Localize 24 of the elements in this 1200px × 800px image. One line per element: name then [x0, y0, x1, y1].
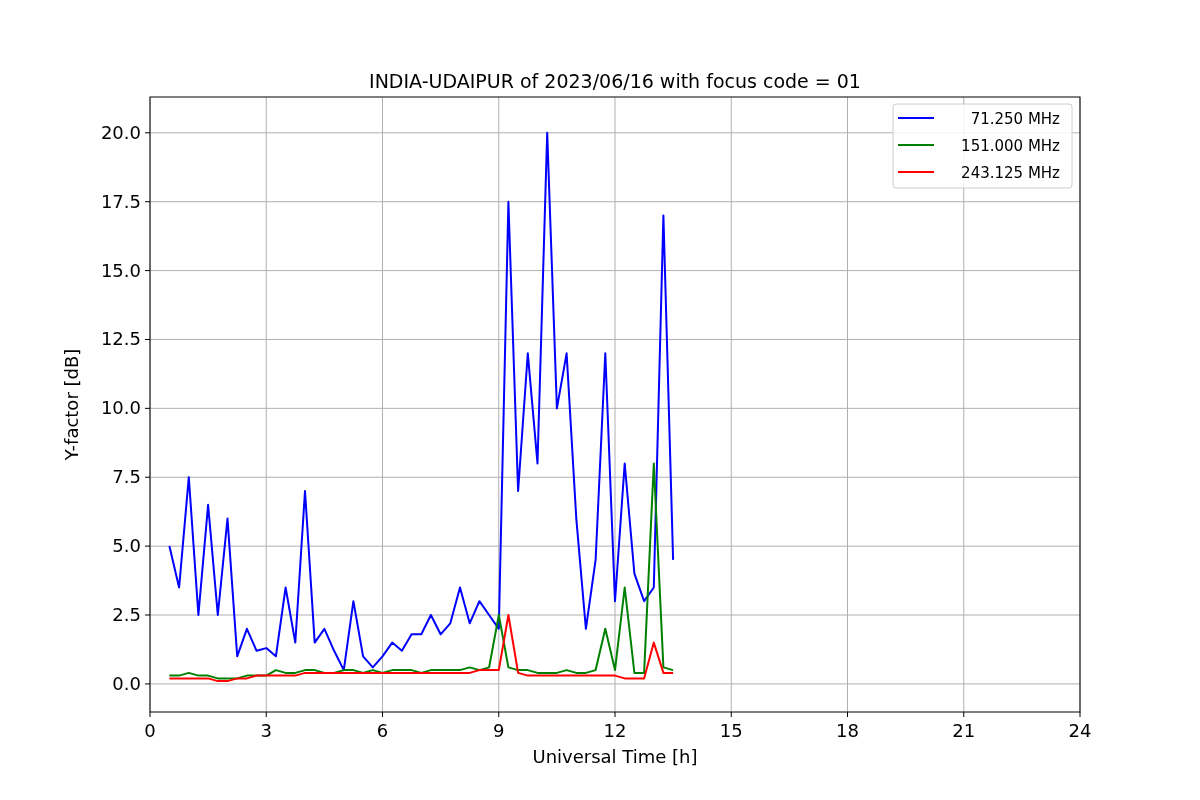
x-tick-label: 6 [376, 720, 389, 741]
chart-title: INDIA-UDAIPUR of 2023/06/16 with focus code = 01 [369, 70, 861, 92]
x-tick-label: 12 [603, 720, 627, 741]
legend-label: 71.250 MHz [970, 110, 1060, 128]
x-axis-label: Universal Time [h] [532, 746, 698, 767]
y-tick-label: 20.0 [100, 121, 141, 143]
y-tick-label: 12.5 [100, 328, 141, 350]
x-tick-label: 15 [719, 720, 743, 741]
x-tick-label: 3 [260, 720, 272, 741]
x-tick-label: 21 [952, 720, 976, 741]
y-tick-label: 7.5 [112, 466, 141, 488]
y-tick-label: 15.0 [100, 259, 141, 281]
y-tick-label: 5.0 [112, 535, 141, 557]
x-tick-label: 24 [1068, 720, 1092, 741]
y-axis-label: Y-factor [dB] [61, 348, 82, 461]
x-tick-label: 18 [836, 720, 859, 741]
y-tick-label: 17.5 [100, 190, 141, 212]
y-tick-label: 2.5 [112, 604, 141, 625]
legend-label: 243.125 MHz [961, 164, 1060, 182]
x-tick-label: 9 [493, 720, 505, 741]
legend-label: 151.000 MHz [961, 137, 1060, 155]
y-tick-label: 0.0 [112, 672, 141, 694]
y-tick-label: 10.0 [100, 397, 141, 419]
x-tick-label: 0 [144, 720, 156, 741]
